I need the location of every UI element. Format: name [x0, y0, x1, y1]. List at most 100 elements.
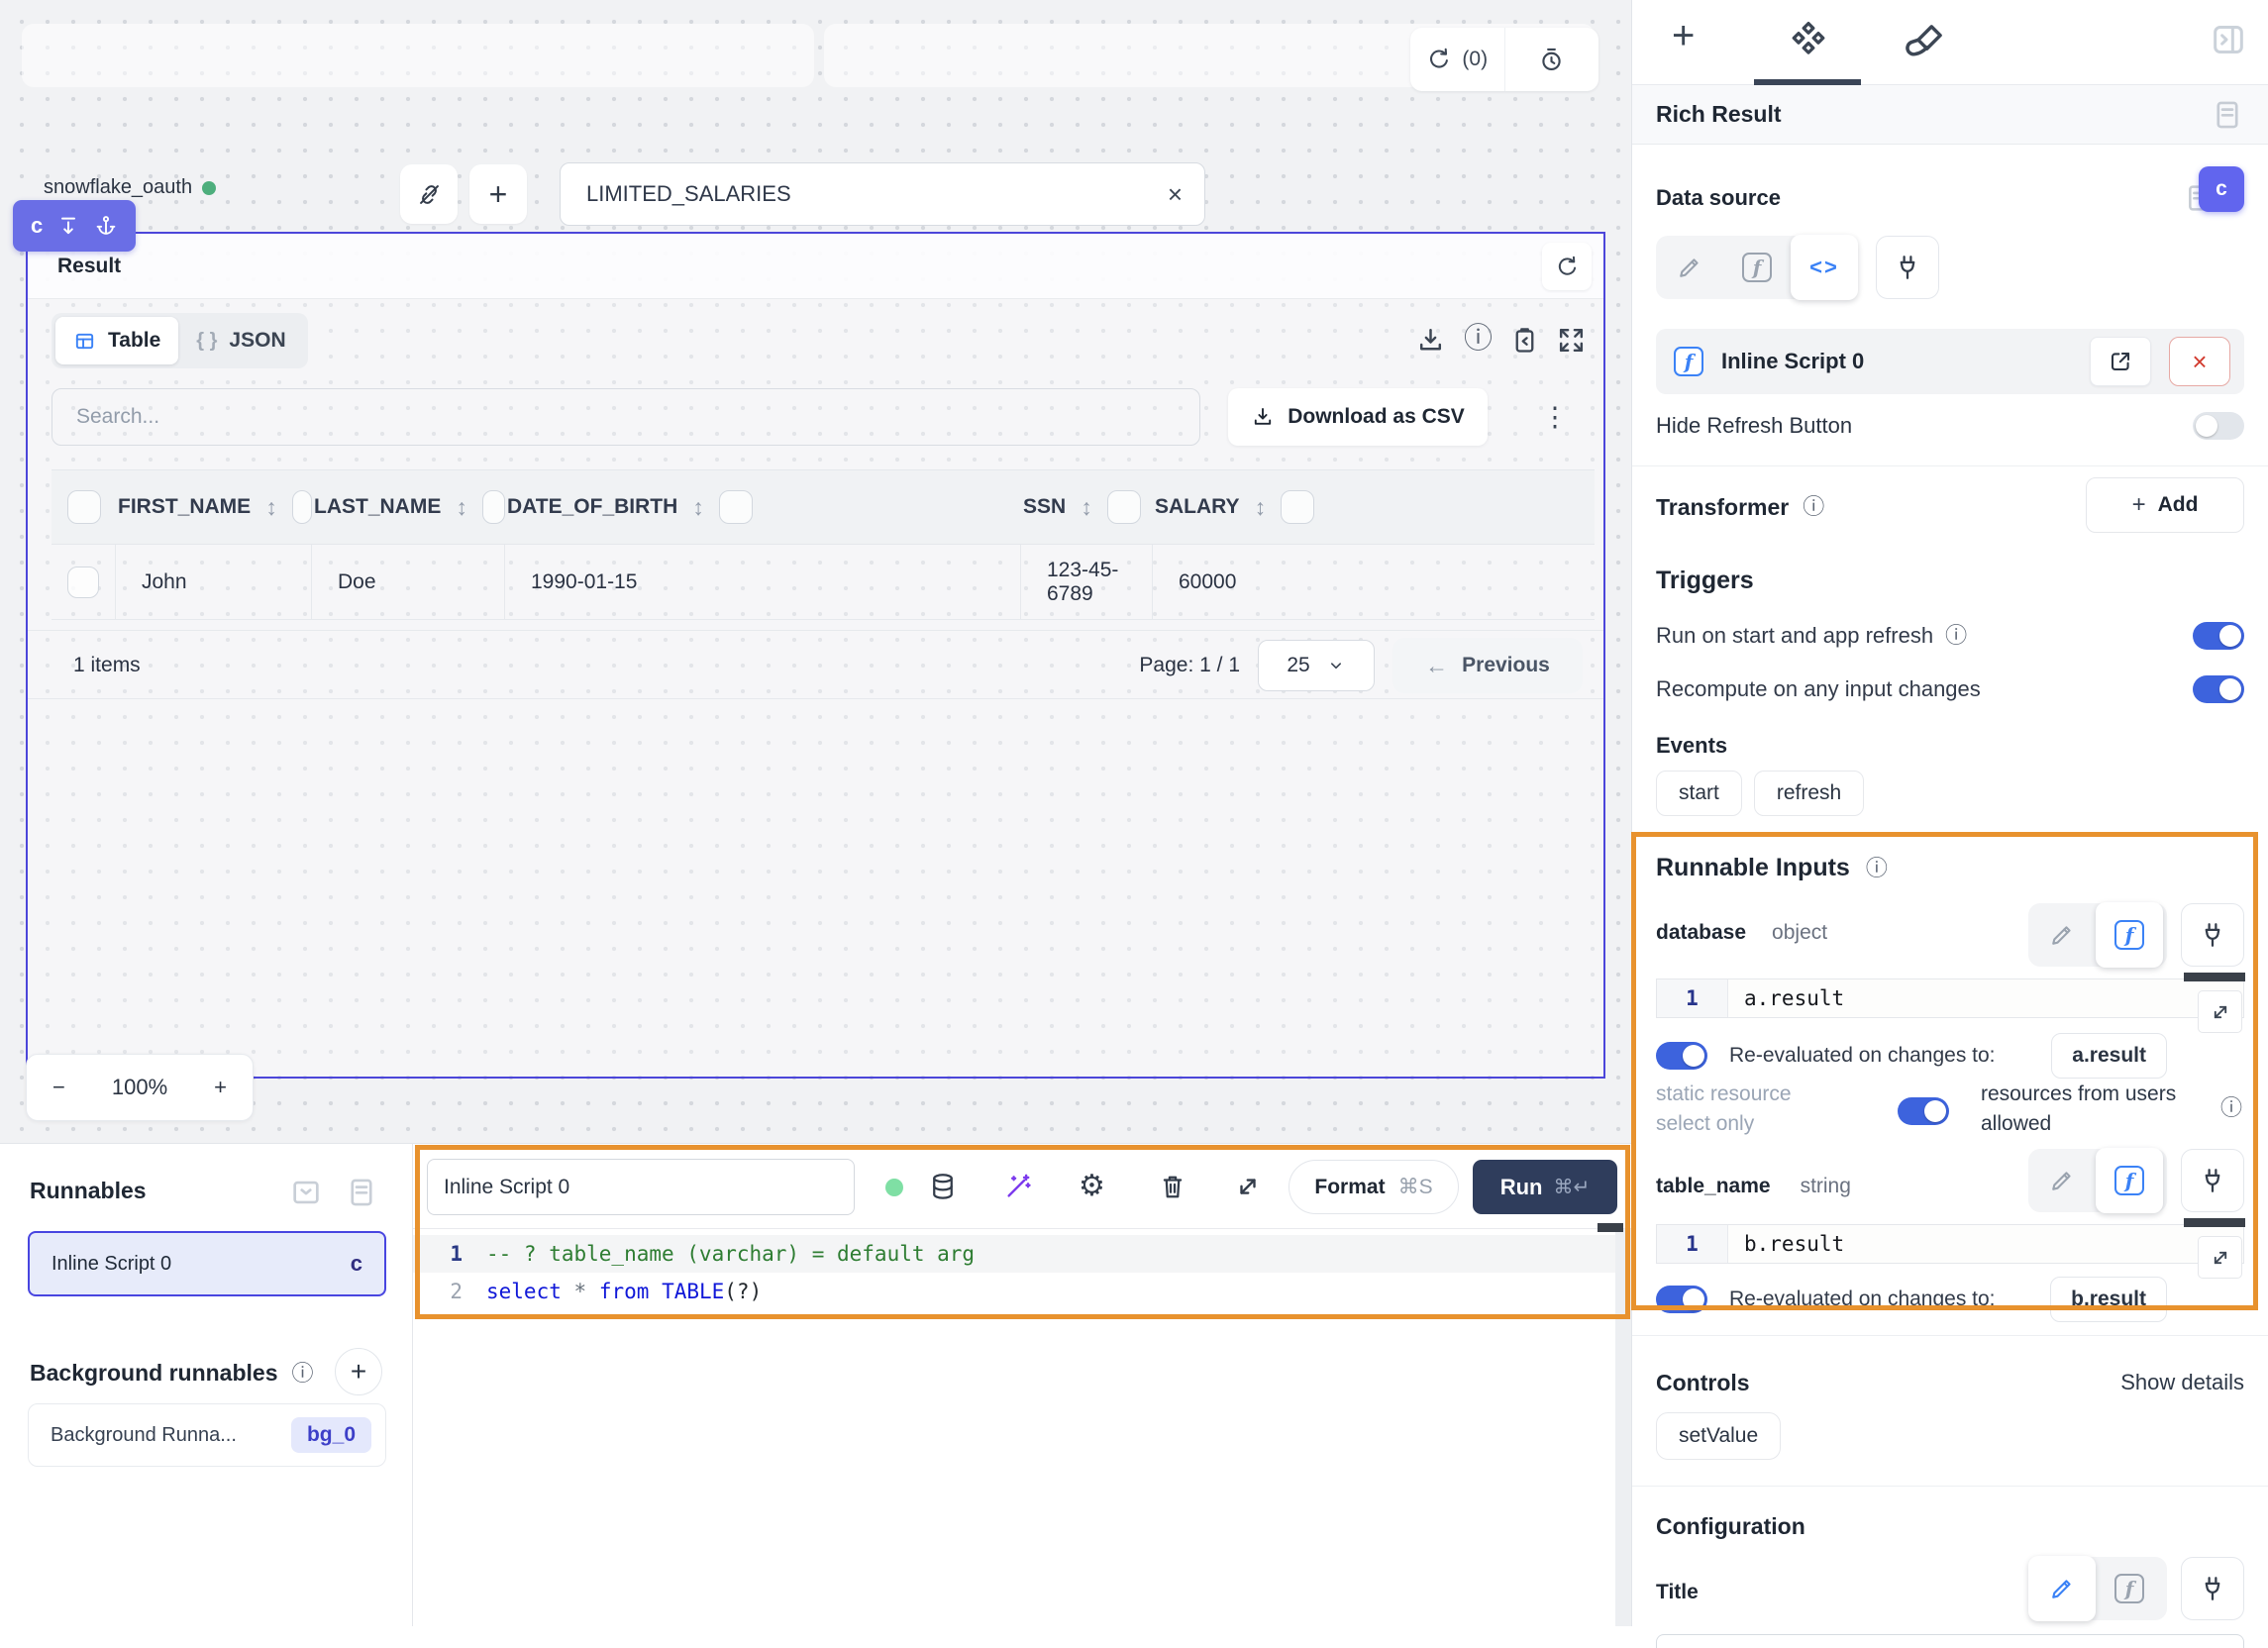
- zoom-in-button[interactable]: +: [214, 1075, 227, 1100]
- add-transformer-button[interactable]: + Add: [2086, 477, 2244, 533]
- function-mode-button[interactable]: f: [2096, 1148, 2163, 1213]
- reeval-toggle[interactable]: [1656, 1042, 1707, 1070]
- info-icon[interactable]: ⓘ: [1803, 496, 1824, 518]
- clear-search-icon[interactable]: ×: [1168, 181, 1183, 207]
- sort-icon[interactable]: ↕: [1081, 494, 1092, 521]
- doc-icon[interactable]: [345, 1176, 378, 1209]
- move-down-icon[interactable]: [56, 214, 80, 238]
- recompute-toggle[interactable]: [2193, 675, 2244, 703]
- tab-json[interactable]: { } JSON: [178, 317, 303, 364]
- add-background-runnable-button[interactable]: +: [335, 1348, 382, 1395]
- code-area[interactable]: 1 -- ? table_name (varchar) = default ar…: [413, 1235, 1615, 1310]
- static-mode-button[interactable]: [2028, 1556, 2096, 1621]
- result-refresh-button[interactable]: [1542, 243, 1592, 290]
- reeval-target-chip[interactable]: b.result: [2050, 1277, 2167, 1322]
- anchor-icon[interactable]: [94, 214, 118, 238]
- event-chip-refresh[interactable]: refresh: [1754, 771, 1864, 816]
- zoom-out-button[interactable]: −: [52, 1075, 65, 1100]
- function-mode-button[interactable]: f: [1723, 236, 1791, 299]
- run-button[interactable]: Run ⌘↵: [1473, 1160, 1617, 1214]
- connect-mode-button[interactable]: [2181, 903, 2244, 967]
- runnable-item-inline-script-0[interactable]: Inline Script 0 c: [28, 1231, 386, 1296]
- column-checkbox[interactable]: [719, 490, 753, 524]
- table-name-expr-editor[interactable]: 1 b.result: [1656, 1224, 2244, 1264]
- info-icon[interactable]: ⓘ: [1464, 325, 1493, 354]
- reeval-target-chip[interactable]: a.result: [2051, 1033, 2167, 1079]
- table-search-field[interactable]: ×: [560, 162, 1205, 226]
- hide-refresh-toggle[interactable]: [2193, 412, 2244, 440]
- rows-search-field[interactable]: [52, 388, 1200, 446]
- tab-table[interactable]: Table: [55, 317, 178, 364]
- row-checkbox[interactable]: [67, 566, 99, 598]
- column-header[interactable]: SSN↕: [1021, 470, 1153, 544]
- rows-search-input[interactable]: [76, 405, 1176, 429]
- column-header[interactable]: LAST_NAME↕: [312, 470, 505, 544]
- static-mode-button[interactable]: [2028, 1149, 2096, 1212]
- unlink-button[interactable]: [400, 164, 458, 224]
- table-search-input[interactable]: [586, 181, 1168, 207]
- app-canvas[interactable]: (0) snowflake_oauth + × c Result: [0, 0, 1631, 1143]
- static-mode-button[interactable]: [1656, 236, 1723, 299]
- rich-result-component[interactable]: Result Table { } JSON ⓘ: [26, 232, 1605, 1079]
- info-icon[interactable]: ⓘ: [291, 1363, 313, 1385]
- paste-icon[interactable]: [1509, 325, 1540, 356]
- attached-script-row[interactable]: f Inline Script 0 ×: [1656, 329, 2244, 394]
- expand-expr-button[interactable]: [2198, 1236, 2242, 1279]
- column-checkbox[interactable]: [1281, 490, 1314, 524]
- control-chip-setvalue[interactable]: setValue: [1656, 1412, 1781, 1460]
- trash-icon[interactable]: [1158, 1172, 1187, 1201]
- database-expr-editor[interactable]: 1 a.result: [1656, 978, 2244, 1018]
- resources-from-users-toggle[interactable]: [1898, 1097, 1949, 1125]
- download-csv-button[interactable]: Download as CSV: [1228, 388, 1488, 446]
- add-button[interactable]: +: [469, 164, 527, 224]
- table-menu-button[interactable]: ⋮: [1537, 396, 1573, 438]
- detach-script-button[interactable]: ×: [2169, 337, 2230, 386]
- collapse-panel-icon[interactable]: [2209, 20, 2248, 59]
- selection-chip[interactable]: c: [13, 200, 136, 252]
- inbox-icon[interactable]: [289, 1176, 323, 1209]
- download-icon[interactable]: [1415, 325, 1446, 356]
- select-all-checkbox[interactable]: [67, 490, 101, 524]
- expand-expr-button[interactable]: [2198, 990, 2242, 1033]
- editor-scrollbar[interactable]: [1615, 1229, 1631, 1626]
- page-size-select[interactable]: 25: [1258, 640, 1375, 691]
- tab-components-icon[interactable]: [1786, 20, 1831, 65]
- gear-icon[interactable]: ⚙: [1079, 1172, 1105, 1201]
- ai-wand-icon[interactable]: [1003, 1172, 1033, 1201]
- code-line-1[interactable]: 1 -- ? table_name (varchar) = default ar…: [413, 1235, 1615, 1273]
- sort-icon[interactable]: ↕: [456, 494, 467, 521]
- column-header[interactable]: SALARY↕: [1153, 470, 1595, 544]
- connect-mode-button[interactable]: [1876, 236, 1939, 299]
- column-header[interactable]: DATE_OF_BIRTH↕: [505, 470, 1021, 544]
- info-icon[interactable]: ⓘ: [2220, 1097, 2242, 1119]
- function-mode-button[interactable]: f: [2096, 902, 2163, 968]
- background-runnable-item[interactable]: Background Runna... bg_0: [28, 1403, 386, 1467]
- doc-icon[interactable]: [2211, 98, 2244, 132]
- code-mode-button[interactable]: <>: [1791, 235, 1858, 300]
- table-row[interactable]: John Doe 1990-01-15 123-45-6789 60000: [52, 545, 1595, 620]
- expand-editor-icon[interactable]: [1233, 1172, 1263, 1201]
- event-chip-start[interactable]: start: [1656, 771, 1742, 816]
- run-on-start-toggle[interactable]: [2193, 622, 2244, 650]
- show-details-link[interactable]: Show details: [2120, 1370, 2244, 1395]
- open-script-button[interactable]: [2090, 337, 2151, 386]
- tab-styling-icon[interactable]: [1902, 20, 1947, 65]
- column-checkbox[interactable]: [292, 490, 312, 524]
- database-icon[interactable]: [928, 1172, 958, 1201]
- history-button[interactable]: [1505, 28, 1599, 91]
- refresh-all-button[interactable]: (0): [1410, 28, 1505, 91]
- connect-mode-button[interactable]: [2181, 1149, 2244, 1212]
- info-icon[interactable]: ⓘ: [1945, 625, 1967, 647]
- script-name-input[interactable]: [444, 1176, 838, 1199]
- reeval-toggle[interactable]: [1656, 1286, 1707, 1313]
- script-name-field[interactable]: [427, 1159, 855, 1215]
- previous-page-button[interactable]: ← Previous: [1392, 638, 1583, 693]
- function-mode-button[interactable]: f: [2096, 1557, 2163, 1620]
- editor-scrollbar-thumb[interactable]: [1598, 1223, 1623, 1232]
- fullscreen-icon[interactable]: [1556, 325, 1587, 356]
- sort-icon[interactable]: ↕: [692, 494, 704, 521]
- title-input-partial[interactable]: [1656, 1634, 2244, 1648]
- connect-mode-button[interactable]: [2181, 1557, 2244, 1620]
- sort-icon[interactable]: ↕: [265, 494, 277, 521]
- column-checkbox[interactable]: [1107, 490, 1141, 524]
